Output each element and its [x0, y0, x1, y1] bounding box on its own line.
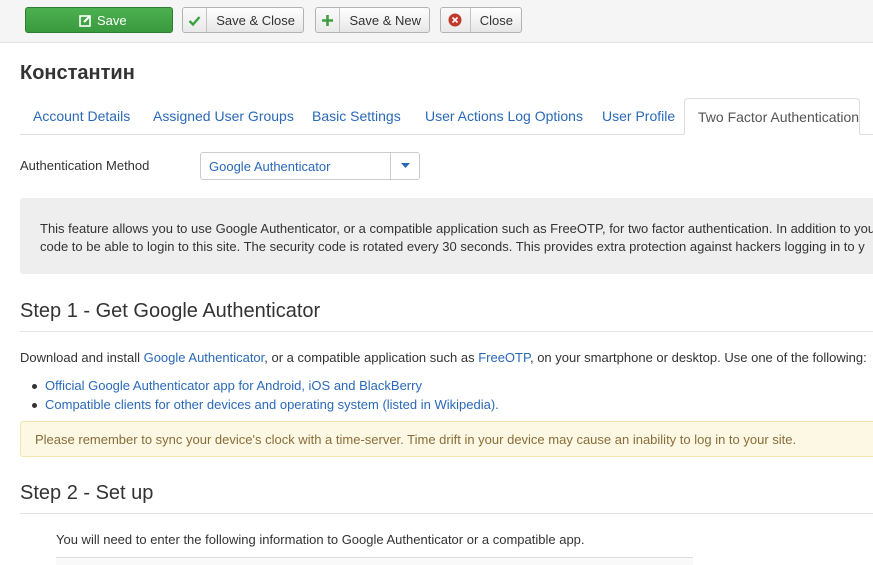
google-authenticator-link[interactable]: Google Authenticator: [144, 350, 265, 365]
authentication-method-label: Authentication Method: [20, 158, 150, 173]
client-links-list: Official Google Authenticator app for An…: [30, 376, 499, 414]
close-circle-icon: [441, 8, 471, 32]
tab-user-actions-log-options[interactable]: User Actions Log Options: [412, 98, 596, 134]
official-app-link[interactable]: Official Google Authenticator app for An…: [45, 378, 422, 393]
compatible-clients-link[interactable]: Compatible clients for other devices and…: [45, 397, 499, 412]
tab-user-profile[interactable]: User Profile: [589, 98, 688, 134]
desc-suffix: , on your smartphone or desktop. Use one…: [529, 350, 867, 365]
save-close-label: Save & Close: [216, 12, 295, 28]
page-title: Константин: [20, 62, 135, 84]
list-item: Compatible clients for other devices and…: [30, 395, 499, 414]
close-label: Close: [479, 12, 513, 28]
desc-mid: , or a compatible application such as: [264, 350, 479, 365]
save-new-label: Save & New: [349, 12, 421, 28]
plus-icon: [316, 8, 341, 32]
info-well: This feature allows you to use Google Au…: [20, 198, 873, 274]
freeotp-link[interactable]: FreeOTP: [478, 350, 530, 365]
tab-assigned-user-groups[interactable]: Assigned User Groups: [140, 98, 307, 134]
time-sync-warning: Please remember to sync your device's cl…: [20, 421, 873, 457]
step1-heading: Step 1 - Get Google Authenticator: [20, 300, 873, 332]
caret-down-icon[interactable]: [390, 153, 419, 179]
save-button-label: Save: [97, 12, 127, 28]
check-icon: [183, 8, 208, 32]
edit-icon: [73, 8, 97, 32]
tab-account-details[interactable]: Account Details: [20, 98, 143, 134]
toolbar: Save Save & Close Save & New Close: [0, 0, 873, 43]
close-button[interactable]: Close: [440, 7, 522, 33]
save-close-button[interactable]: Save & Close: [182, 7, 304, 33]
info-line-2: code to be able to login to this site. T…: [40, 239, 865, 254]
tab-basic-settings[interactable]: Basic Settings: [299, 98, 414, 134]
authentication-method-value: Google Authenticator: [209, 159, 331, 174]
step2-instruction: You will need to enter the following inf…: [56, 532, 585, 547]
save-button[interactable]: Save: [25, 7, 173, 33]
list-item: Official Google Authenticator app for An…: [30, 376, 499, 395]
step2-heading: Step 2 - Set up: [20, 482, 873, 514]
info-text: This feature allows you to use Google Au…: [40, 220, 873, 256]
desc-prefix: Download and install: [20, 350, 144, 365]
step1-description: Download and install Google Authenticato…: [20, 350, 867, 365]
tab-bar: Account Details Assigned User Groups Bas…: [20, 98, 873, 135]
authentication-method-select[interactable]: Google Authenticator: [200, 152, 420, 180]
info-line-1: This feature allows you to use Google Au…: [40, 221, 873, 236]
save-new-button[interactable]: Save & New: [315, 7, 430, 33]
warning-text: Please remember to sync your device's cl…: [35, 432, 797, 447]
tab-two-factor-authentication[interactable]: Two Factor Authentication: [684, 98, 860, 135]
